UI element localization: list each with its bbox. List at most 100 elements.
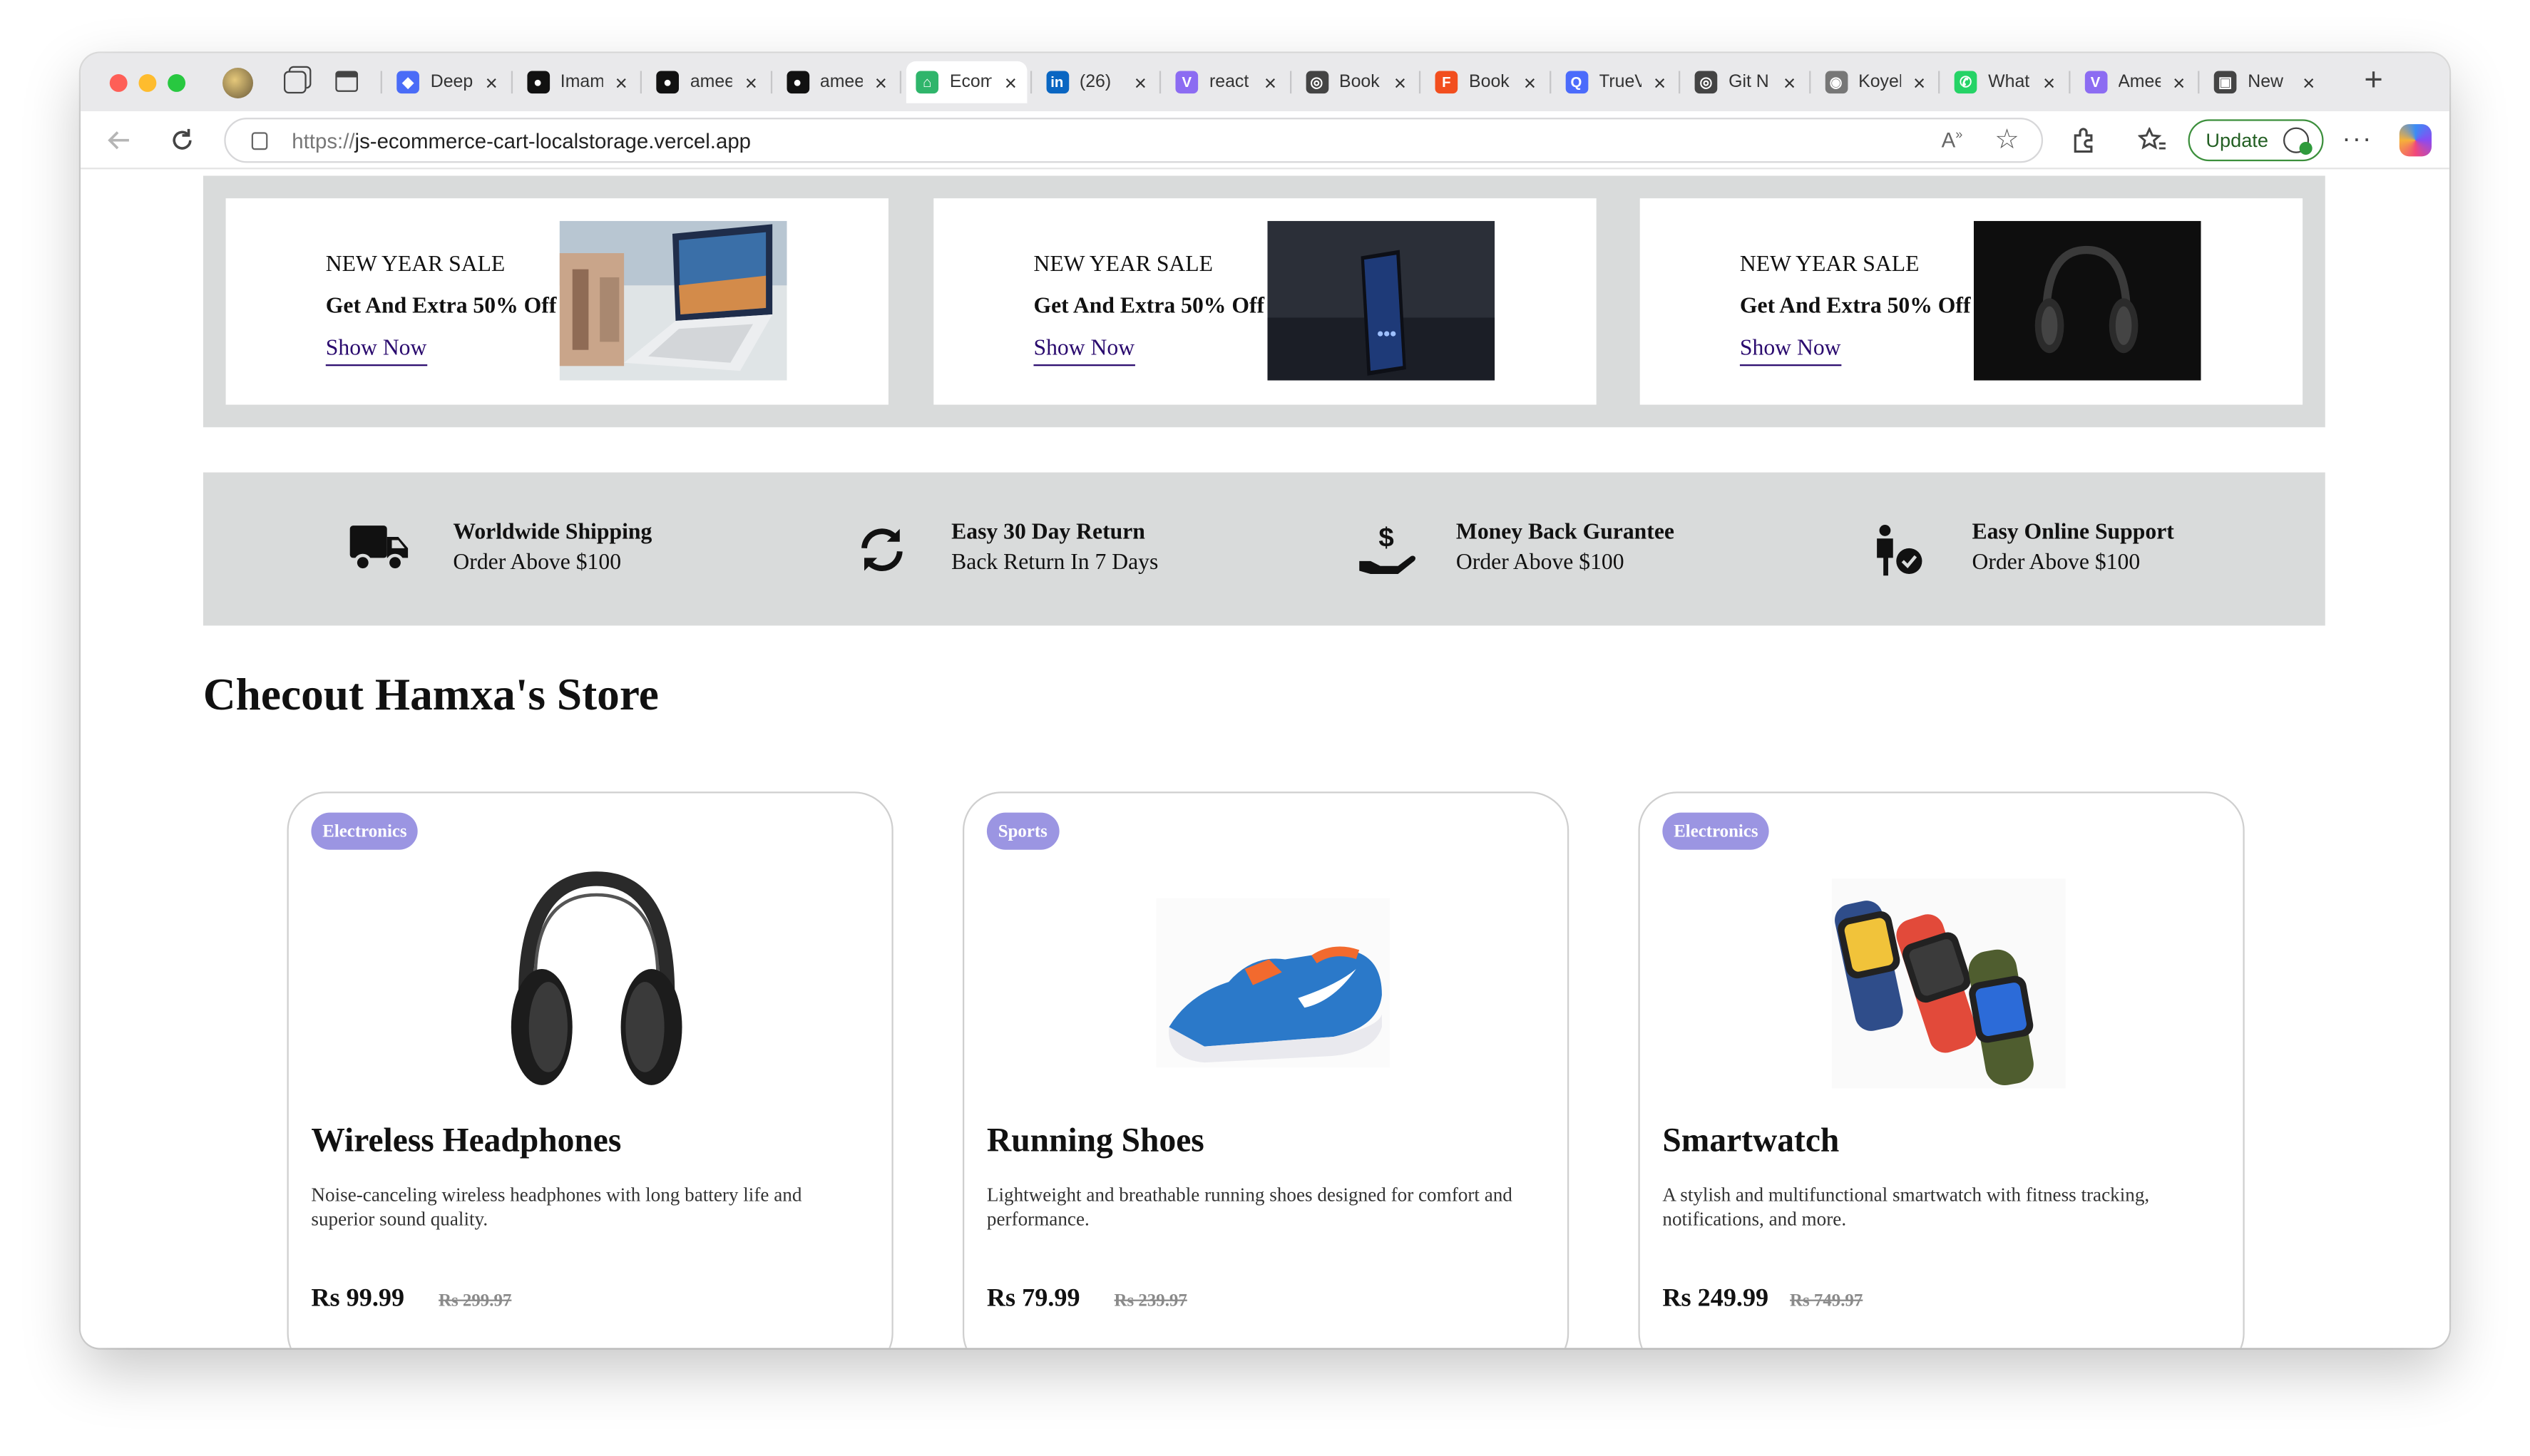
close-tab-icon[interactable]: × (1394, 70, 1406, 94)
tab-actions-icon[interactable] (335, 71, 359, 92)
product-name: Wireless Headphones (311, 1120, 622, 1159)
product-card[interactable]: Electronics Wireless Headphones Noise-ca… (287, 791, 893, 1348)
tab-separator (899, 71, 902, 94)
update-button[interactable]: Update (2188, 119, 2324, 162)
tab[interactable]: ● amee × (777, 61, 896, 103)
close-tab-icon[interactable]: × (2303, 70, 2315, 94)
laptop-image (559, 220, 787, 381)
tab[interactable]: Q TrueV × (1555, 61, 1675, 103)
promo-subtitle: Get And Extra 50% Off (1739, 294, 1971, 319)
extensions-icon[interactable] (2067, 124, 2099, 156)
tab-separator (1678, 71, 1681, 94)
newtab-icon: ▣ (2213, 71, 2237, 94)
phone-image (1267, 220, 1495, 381)
tab[interactable]: ✆ What × (1945, 61, 2064, 103)
tab[interactable]: ◉ Koyel × (1815, 61, 1935, 103)
feature-title: Easy 30 Day Return (951, 521, 1145, 545)
tab[interactable]: ◎ Book × (1296, 61, 1415, 103)
close-tab-icon[interactable]: × (745, 70, 757, 94)
tab[interactable]: in (26) × (1036, 61, 1156, 103)
tab-separator (640, 71, 642, 94)
tab-separator (380, 71, 382, 94)
money-hand-icon: $ (1358, 523, 1422, 578)
maximize-window-button[interactable] (168, 74, 186, 92)
product-description: Lightweight and breathable running shoes… (986, 1183, 1512, 1231)
tab[interactable]: ◎ Git N × (1685, 61, 1805, 103)
copilot-icon[interactable] (2399, 124, 2432, 157)
headphones-product (481, 866, 715, 1099)
truck-icon (348, 523, 412, 578)
tab[interactable]: ⌂ Ecom × (906, 61, 1027, 103)
close-tab-icon[interactable]: × (875, 70, 887, 94)
favorite-star-icon[interactable]: ☆ (1994, 124, 2019, 156)
close-tab-icon[interactable]: × (2173, 70, 2185, 94)
promo-card: NEW YEAR SALE Get And Extra 50% Off Show… (225, 198, 888, 405)
update-dot-icon (2299, 141, 2313, 155)
tab[interactable]: ▣ New × (2204, 61, 2324, 103)
tab[interactable]: Vreact × (1166, 61, 1286, 103)
read-aloud-icon[interactable]: A» (1942, 128, 1963, 153)
close-tab-icon[interactable]: × (1264, 70, 1276, 94)
tab[interactable]: ● amee × (647, 61, 767, 103)
favorites-icon[interactable] (2136, 124, 2168, 156)
close-tab-icon[interactable]: × (615, 70, 628, 94)
tab[interactable]: V Amee × (2074, 61, 2194, 103)
tab-title: (26) (1079, 72, 1112, 92)
back-icon[interactable] (103, 124, 135, 156)
address-bar[interactable]: https://js-ecommerce-cart-localstorage.v… (224, 118, 2044, 163)
close-window-button[interactable] (109, 74, 128, 92)
new-tab-button[interactable]: + (2356, 63, 2392, 98)
screen: ◆ Deep × ● Imam × ● amee × ● amee × ⌂ Ecom × in (26) × Vre… (0, 0, 2530, 1456)
globe-icon: ◎ (1305, 71, 1328, 94)
svg-text:$: $ (1378, 523, 1393, 553)
category-badge: Sports (986, 812, 1059, 850)
close-tab-icon[interactable]: × (1913, 70, 1925, 94)
product-original-price: Rs 749.97 (1790, 1291, 1863, 1311)
close-tab-icon[interactable]: × (486, 70, 498, 94)
workspaces-icon[interactable] (283, 71, 307, 94)
product-price: Rs 99.99 (311, 1285, 405, 1313)
close-tab-icon[interactable]: × (1783, 70, 1796, 94)
feature-title: Easy Online Support (1972, 521, 2174, 545)
close-tab-icon[interactable]: × (2043, 70, 2055, 94)
promo-subtitle: Get And Extra 50% Off (325, 294, 557, 319)
close-tab-icon[interactable]: × (1524, 70, 1536, 94)
site-info-icon[interactable] (251, 132, 268, 150)
tab-title: Koyel (1858, 72, 1900, 92)
tab[interactable]: ● Imam × (517, 61, 637, 103)
feature-subtitle: Back Return In 7 Days (951, 551, 1159, 576)
tab-title: amee (819, 72, 862, 92)
linkedin-icon: in (1045, 71, 1069, 94)
vite-icon: V (2084, 71, 2107, 94)
show-now-link[interactable]: Show Now (1739, 338, 1841, 366)
more-options-icon[interactable]: ··· (2341, 124, 2373, 156)
tab-separator (2198, 71, 2200, 94)
tab-title: react (1209, 72, 1249, 92)
tab-title: Imam (560, 72, 603, 92)
tab-title: What (1988, 72, 2030, 92)
show-now-link[interactable]: Show Now (1033, 338, 1135, 366)
product-card[interactable]: Electronics Smartwatch A stylish and mul… (1638, 791, 2245, 1348)
tab-separator (1938, 71, 1940, 94)
copilot-icon: ◆ (396, 71, 419, 94)
url-text[interactable]: https://js-ecommerce-cart-localstorage.v… (292, 129, 751, 153)
category-badge: Electronics (1662, 812, 1770, 850)
minimize-window-button[interactable] (138, 74, 157, 92)
figma-icon: F (1435, 71, 1458, 94)
profile-avatar[interactable] (222, 67, 254, 98)
url-host: js-ecommerce-cart-localstorage.vercel.ap… (354, 128, 752, 153)
close-tab-icon[interactable]: × (1005, 70, 1017, 94)
globe-icon: ◎ (1694, 71, 1718, 94)
tab-title: Ecom (949, 72, 992, 92)
reload-icon[interactable] (166, 124, 198, 156)
tab[interactable]: ◆ Deep × (387, 61, 507, 103)
tab-title: Book (1338, 72, 1380, 92)
product-card[interactable]: Sports Running Shoes Lightweight and bre… (962, 791, 1569, 1348)
feature-title: Worldwide Shipping (453, 521, 652, 545)
feature-subtitle: Order Above $100 (1455, 551, 1624, 576)
close-tab-icon[interactable]: × (1654, 70, 1666, 94)
show-now-link[interactable]: Show Now (325, 338, 427, 366)
tab[interactable]: F Book × (1425, 61, 1545, 103)
close-tab-icon[interactable]: × (1135, 70, 1147, 94)
tab-separator (1548, 71, 1551, 94)
